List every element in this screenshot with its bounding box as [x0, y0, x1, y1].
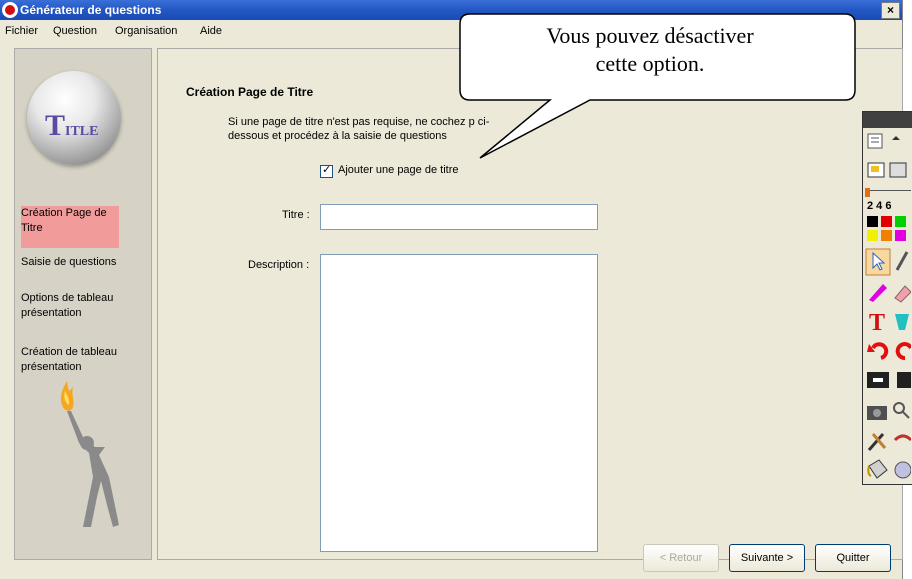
callout-line-1: Vous pouvez désactiver: [546, 23, 754, 48]
svg-text:T: T: [869, 310, 885, 334]
color-swatch-magenta[interactable]: [895, 230, 906, 241]
text-tool-icon[interactable]: T: [865, 308, 911, 334]
nav-step-label: Création de tableau présentation: [21, 346, 118, 373]
screen-capture-icon[interactable]: [866, 160, 910, 182]
app-logo-icon: [2, 2, 18, 18]
color-swatch-green[interactable]: [895, 216, 906, 227]
description-label: Description :: [248, 259, 310, 271]
close-button[interactable]: ×: [881, 2, 900, 19]
mascot-torch-icon: [60, 381, 119, 527]
titre-input[interactable]: [320, 204, 598, 230]
nav-step-label: Options de tableau présentation: [21, 292, 114, 319]
titre-label: Titre :: [282, 209, 310, 221]
page-heading: Création Page de Titre: [186, 85, 314, 99]
color-swatch-black[interactable]: [867, 216, 878, 227]
highlighter-eraser-icon[interactable]: [865, 278, 911, 304]
pen-size-labels: 2 4 6: [867, 200, 892, 212]
back-button[interactable]: < Retour: [643, 544, 719, 572]
checkbox-checked-icon[interactable]: [320, 163, 333, 178]
nav-step-creation-titre[interactable]: Création Page de Titre: [21, 206, 119, 248]
pointer-tool-icon[interactable]: [865, 248, 911, 276]
camera-zoom-icon[interactable]: [865, 398, 911, 424]
description-textarea[interactable]: [320, 254, 598, 552]
nav-step-saisie-questions[interactable]: Saisie de questions: [21, 255, 119, 270]
fill-bucket-icon[interactable]: [865, 456, 911, 482]
menu-organisation[interactable]: Organisation: [115, 25, 177, 37]
menu-question[interactable]: Question: [53, 25, 97, 37]
annotation-toolbar[interactable]: 2 4 6 T: [862, 111, 912, 485]
toolbar-grip[interactable]: [863, 112, 912, 128]
color-swatch-yellow[interactable]: [867, 230, 878, 241]
slider-thumb-icon[interactable]: [865, 188, 870, 197]
next-button[interactable]: Suivante >: [729, 544, 805, 572]
color-swatch-red[interactable]: [881, 216, 892, 227]
nav-step-label: Création Page de Titre: [21, 207, 107, 234]
window-title: Générateur de questions: [20, 3, 162, 17]
quit-button[interactable]: Quitter: [815, 544, 891, 572]
menu-aide[interactable]: Aide: [200, 25, 222, 37]
callout-bubble: Vous pouvez désactiver cette option.: [440, 10, 880, 170]
logo-rest: ITLE: [65, 124, 99, 139]
color-swatch-orange[interactable]: [881, 230, 892, 241]
menu-icon[interactable]: [866, 132, 910, 152]
screen-shade-icon[interactable]: [865, 368, 911, 394]
nav-step-options-tableau[interactable]: Options de tableau présentation: [21, 291, 119, 321]
nav-step-creation-tableau[interactable]: Création de tableau présentation: [21, 345, 119, 375]
nav-step-label: Saisie de questions: [21, 256, 117, 268]
callout-line-2: cette option.: [595, 51, 705, 76]
undo-redo-icon[interactable]: [865, 338, 911, 364]
pen-size-slider[interactable]: [865, 190, 911, 196]
tools-icon[interactable]: [865, 428, 911, 454]
title-globe-logo: TITLE: [27, 71, 121, 165]
logo-initial: T: [45, 109, 66, 142]
menu-fichier[interactable]: Fichier: [5, 25, 38, 37]
wizard-steps-panel: TITLE Création Page de Titre Saisie de q…: [14, 48, 152, 560]
